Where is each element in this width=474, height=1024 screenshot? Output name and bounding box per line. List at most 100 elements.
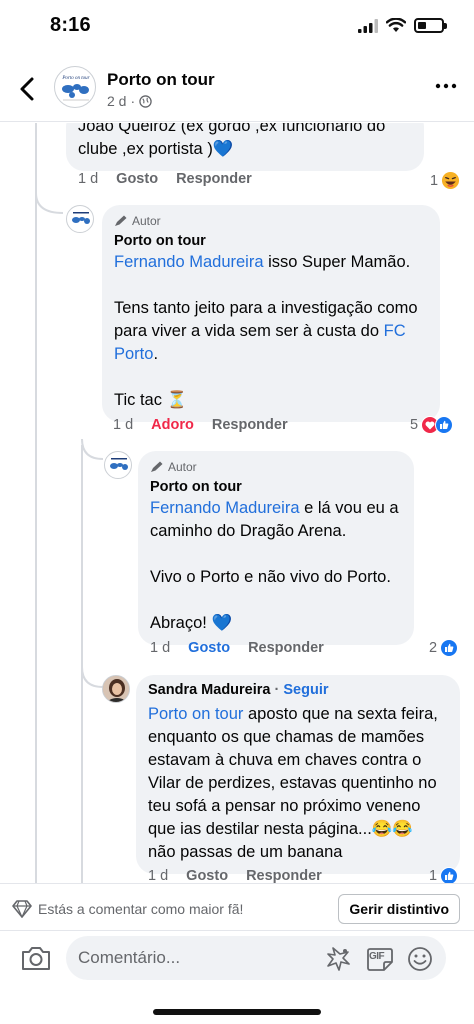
comment-text: isso Super Mamão. — [263, 253, 411, 271]
reaction-summary[interactable]: 1 — [429, 867, 459, 883]
commenter-avatar[interactable] — [104, 451, 132, 479]
mention-link[interactable]: Fernando Madureira — [150, 499, 300, 517]
back-button[interactable] — [14, 74, 42, 104]
reaction-summary[interactable]: 1 — [430, 171, 460, 190]
comment-text: aposto que na sexta feira, enquanto os q… — [148, 705, 438, 838]
reaction-summary[interactable]: 2 — [429, 639, 459, 657]
divider — [0, 930, 474, 931]
comment-text: Tic tac — [114, 391, 162, 409]
pen-icon — [151, 461, 163, 472]
author-badge: Autor — [150, 459, 402, 475]
separator: · — [270, 682, 284, 698]
status-bar: 8:16 — [0, 0, 474, 56]
user-photo-icon — [103, 676, 129, 702]
comment-author[interactable]: Sandra Madureira — [148, 682, 271, 698]
status-time: 8:16 — [50, 14, 91, 36]
pen-icon — [115, 215, 127, 226]
comment-text: não passas de um banana — [148, 843, 343, 861]
wifi-icon — [386, 18, 406, 32]
comment-author[interactable]: Porto on tour — [150, 478, 402, 497]
comment-time: 1 d — [148, 868, 169, 883]
reaction-count: 2 — [429, 640, 438, 656]
comment-text: Tens tanto jeito para a investigação com… — [114, 299, 418, 340]
comment-actions: 1 d Gosto Responder — [148, 868, 322, 883]
comment-text: Joao Queiroz (ex gordo ,ex funcionário d… — [78, 123, 386, 135]
commenter-avatar[interactable] — [66, 205, 94, 233]
more-options-icon[interactable] — [434, 76, 458, 96]
reply-button[interactable]: Responder — [176, 171, 252, 187]
thread-connector — [35, 193, 64, 214]
logo-text: Porto on tour — [61, 76, 89, 81]
like-button[interactable]: Gosto — [116, 171, 158, 187]
like-button[interactable]: Gosto — [188, 640, 230, 656]
world-map-logo-icon — [110, 458, 128, 470]
comment-bubble[interactable]: Autor Porto on tour Fernando Madureira i… — [102, 205, 440, 422]
world-map-logo-icon: Porto on tour — [61, 76, 90, 101]
top-fan-row: Estás a comentar como maior fã! Gerir di… — [12, 892, 462, 926]
reaction-count: 5 — [410, 417, 419, 433]
comment-box: GIF — [66, 936, 446, 980]
camera-icon[interactable] — [20, 944, 52, 972]
reaction-count: 1 — [429, 868, 438, 883]
blue-heart-emoji: 💙 — [212, 140, 234, 158]
like-icon — [440, 639, 459, 657]
globe-icon — [139, 94, 152, 108]
comment-time: 1 d — [78, 171, 99, 187]
author-badge-label: Autor — [132, 214, 161, 228]
haha-icon — [442, 171, 460, 190]
top-fan-text: Estás a comentar como maior fã! — [38, 901, 244, 917]
hourglass-emoji: ⏳ — [166, 391, 188, 409]
comment-text: clube ,ex portista ) — [78, 140, 213, 158]
comment-bubble[interactable]: Joao Queiroz (ex gordo ,ex funcionário d… — [66, 123, 424, 171]
reply-button[interactable]: Responder — [212, 417, 288, 433]
thread-line — [81, 445, 83, 883]
thread-line — [35, 123, 37, 883]
comment-time: 1 d — [150, 640, 171, 656]
comment-thread[interactable]: Joao Queiroz (ex gordo ,ex funcionário d… — [0, 123, 474, 883]
laughing-emoji: 😂😂 — [371, 820, 413, 838]
page-avatar[interactable]: Porto on tour — [54, 66, 96, 108]
author-badge: Autor — [114, 213, 428, 229]
like-icon — [440, 867, 459, 883]
reply-button[interactable]: Responder — [248, 640, 324, 656]
gif-icon[interactable]: GIF — [366, 946, 394, 972]
blue-heart-emoji: 💙 — [211, 614, 233, 632]
post-meta: 2 d · — [107, 93, 152, 109]
diamond-icon — [12, 900, 32, 918]
comment-bubble[interactable]: Sandra Madureira · Seguir Porto on tour … — [136, 675, 460, 874]
page-title[interactable]: Porto on tour — [107, 70, 215, 90]
mention-link[interactable]: Fernando Madureira — [114, 253, 264, 271]
reaction-count: 1 — [430, 172, 439, 189]
world-map-logo-icon — [72, 212, 90, 224]
comment-text: . — [153, 345, 159, 363]
comment-input[interactable] — [78, 936, 308, 980]
emoji-icon[interactable] — [406, 946, 434, 972]
post-header: Porto on tour Porto on tour 2 d · — [0, 62, 474, 122]
like-icon — [435, 416, 454, 434]
comment-text: Vivo o Porto e não vivo do Porto. — [150, 568, 391, 586]
follow-button[interactable]: Seguir — [283, 682, 328, 698]
comment-actions: 1 d Adoro Responder — [113, 417, 288, 433]
gif-label: GIF — [369, 951, 385, 962]
comment-author[interactable]: Porto on tour — [114, 232, 428, 251]
like-button[interactable]: Gosto — [186, 868, 228, 883]
home-indicator — [153, 1009, 321, 1015]
commenter-avatar[interactable] — [102, 675, 130, 703]
thread-connector — [81, 439, 104, 460]
avatar-sticker-icon[interactable] — [324, 946, 352, 972]
love-reaction-button[interactable]: Adoro — [151, 417, 194, 433]
manage-badge-button[interactable]: Gerir distintivo — [338, 894, 460, 924]
mention-link[interactable]: Porto on tour — [148, 705, 243, 723]
battery-icon — [414, 18, 447, 33]
reply-button[interactable]: Responder — [246, 868, 322, 883]
comment-text: Abraço! — [150, 614, 207, 632]
author-badge-label: Autor — [168, 460, 197, 474]
post-time: 2 d — [107, 93, 127, 109]
signal-icon — [358, 18, 378, 33]
comment-actions: 1 d Gosto Responder — [150, 640, 324, 656]
reaction-summary[interactable]: 5 — [410, 416, 454, 434]
battery-level — [418, 22, 426, 29]
comment-composer: Estás a comentar como maior fã! Gerir di… — [0, 883, 474, 1024]
comment-time: 1 d — [113, 417, 134, 433]
comment-bubble[interactable]: Autor Porto on tour Fernando Madureira e… — [138, 451, 414, 645]
